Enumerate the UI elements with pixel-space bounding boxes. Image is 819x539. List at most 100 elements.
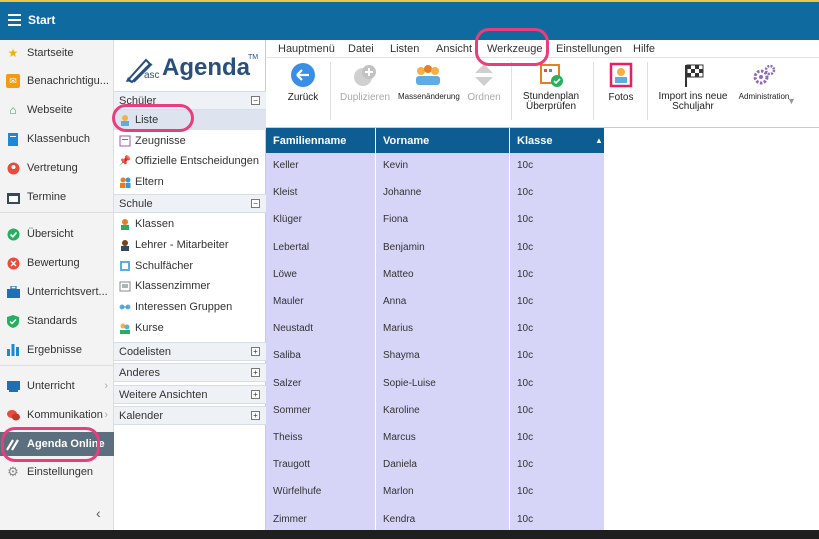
nav-item-termine[interactable]: Termine — [0, 186, 114, 208]
nav-label: Unterrichtsvert... — [27, 286, 108, 298]
menu-ansicht[interactable]: Ansicht — [436, 43, 472, 55]
table-row[interactable]: Neustadt Marius 10c — [266, 316, 604, 343]
klasse-cell: 10c — [517, 350, 534, 362]
familienname-cell: Traugott — [273, 459, 310, 471]
zurueck-button[interactable]: Zurück — [286, 62, 320, 103]
nav-item-uebersicht[interactable]: Übersicht — [0, 223, 114, 245]
klasse-cell: 10c — [517, 404, 534, 416]
expand-section-icon[interactable]: + — [251, 390, 260, 399]
nav-label: Bewertung — [27, 257, 80, 269]
button-label: Überprüfen — [525, 101, 577, 112]
klasse-cell: 10c — [517, 432, 534, 443]
item-label: Interessen Gruppen — [135, 301, 233, 313]
duplicate-icon — [352, 62, 378, 88]
klasse-cell: 10c — [517, 160, 534, 171]
table-row[interactable]: Saliba Shayma 10c — [266, 343, 604, 370]
menu-hilfe[interactable]: Hilfe — [633, 43, 655, 55]
stundenplan-ueberpruefen-button[interactable]: Stundenplan Überprüfen — [519, 62, 583, 112]
column-header-vorname[interactable]: Vorname — [383, 135, 429, 147]
collapse-section-icon[interactable]: − — [251, 199, 260, 208]
table-row[interactable]: Lebertal Benjamin 10c — [266, 235, 604, 262]
table-row[interactable]: Löwe Matteo 10c — [266, 262, 604, 289]
nav-item-unterrichtsverteilung[interactable]: Unterrichtsvert... — [0, 281, 114, 303]
menu-listen[interactable]: Listen — [390, 43, 419, 55]
menu-bar: Hauptmenü Datei Listen Ansicht Werkzeuge… — [266, 40, 819, 58]
sidepanel-item-zeugnisse[interactable]: Zeugnisse — [114, 131, 266, 151]
menu-werkzeuge[interactable]: Werkzeuge — [487, 43, 542, 55]
familienname-cell: Theiss — [273, 432, 303, 443]
fotos-button[interactable]: Fotos — [604, 62, 638, 103]
class-icon — [119, 218, 131, 230]
hamburger-menu-icon[interactable] — [8, 14, 21, 26]
administration-button[interactable]: Administration — [734, 62, 794, 101]
massenaenderung-button[interactable]: Massenänderung — [398, 62, 460, 101]
nav-item-einstellungen[interactable]: ⚙ Einstellungen — [0, 461, 114, 483]
vorname-cell: Matteo — [383, 268, 414, 280]
section-anderes-header[interactable]: Anderes + — [114, 363, 266, 382]
section-kalender-header[interactable]: Kalender + — [114, 406, 266, 425]
more-dropdown-icon[interactable]: ▼ — [787, 96, 796, 106]
table-row[interactable]: Mauler Anna 10c — [266, 289, 604, 316]
nav-item-agenda-online[interactable]: Agenda Online — [0, 432, 114, 456]
section-schueler-header[interactable]: Schüler − — [114, 91, 266, 110]
sidepanel-item-interessen-gruppen[interactable]: Interessen Gruppen — [114, 297, 266, 317]
sidepanel-item-offizielle-entscheidungen[interactable]: 📌 Offizielle Entscheidungen — [114, 151, 266, 171]
item-label: Eltern — [135, 176, 164, 188]
table-row[interactable]: Kleist Johanne 10c — [266, 180, 604, 207]
sidepanel-item-klassenzimmer[interactable]: Klassenzimmer — [114, 276, 266, 296]
toolbar-divider — [593, 62, 594, 120]
section-codelisten-header[interactable]: Codelisten + — [114, 342, 266, 361]
table-row[interactable]: Traugott Daniela 10c — [266, 452, 604, 479]
collapse-sidebar-icon[interactable]: ‹ — [96, 505, 101, 521]
import-neues-schuljahr-button[interactable]: Import ins neue Schuljahr — [656, 62, 730, 112]
nav-item-standards[interactable]: Standards — [0, 310, 114, 332]
expand-section-icon[interactable]: + — [251, 368, 260, 377]
column-header-familienname[interactable]: Familienname — [273, 135, 346, 147]
nav-item-vertretung[interactable]: Vertretung — [0, 157, 114, 179]
section-schule-header[interactable]: Schule − — [114, 194, 266, 213]
subject-icon — [119, 260, 131, 272]
klasse-cell: 10c — [517, 486, 534, 498]
sort-ascending-icon[interactable]: ▲ — [595, 136, 603, 145]
button-label: Zurück — [287, 92, 319, 103]
button-label: Massenänderung — [398, 92, 460, 101]
table-row[interactable]: Theiss Marcus 10c — [266, 425, 604, 452]
bar-chart-icon — [6, 343, 20, 357]
nav-item-ergebnisse[interactable]: Ergebnisse — [0, 339, 114, 361]
expand-section-icon[interactable]: + — [251, 347, 260, 356]
vorname-cell: Kendra — [383, 513, 416, 525]
nav-item-benachrichtigungen[interactable]: ✉ Benachrichtigu... — [0, 70, 114, 92]
table-row[interactable]: Salzer Sopie-Luise 10c — [266, 371, 604, 398]
section-weitere-ansichten-header[interactable]: Weitere Ansichten + — [114, 385, 266, 404]
nav-item-bewertung[interactable]: Bewertung — [0, 252, 114, 274]
table-row[interactable]: Sommer Karoline 10c — [266, 398, 604, 425]
menu-hauptmenue[interactable]: Hauptmenü — [278, 43, 335, 55]
sidepanel-item-eltern[interactable]: Eltern — [114, 172, 266, 192]
nav-item-webseite[interactable]: ⌂ Webseite — [0, 99, 114, 121]
nav-item-unterricht[interactable]: Unterricht › — [0, 375, 114, 397]
ordnen-button[interactable]: Ordnen — [465, 62, 503, 103]
sidepanel-item-schulfaecher[interactable]: Schulfächer — [114, 256, 266, 276]
section-label: Codelisten — [119, 345, 171, 358]
toolbar-divider — [330, 62, 331, 120]
sidepanel-item-liste[interactable]: Liste — [114, 110, 266, 130]
sidepanel-item-lehrer[interactable]: Lehrer - Mitarbeiter — [114, 235, 266, 255]
table-row[interactable]: Würfelhufe Marlon 10c — [266, 479, 604, 506]
calendar-icon — [6, 190, 20, 204]
grade-icon — [6, 256, 20, 270]
vorname-cell: Marlon — [383, 486, 414, 498]
table-row[interactable]: Klüger Fiona 10c — [266, 207, 604, 234]
nav-item-klassenbuch[interactable]: Klassenbuch — [0, 128, 114, 150]
nav-item-kommunikation[interactable]: Kommunikation › — [0, 404, 114, 426]
duplizieren-button[interactable]: Duplizieren — [338, 62, 392, 103]
sidepanel-item-kurse[interactable]: Kurse — [114, 318, 266, 338]
sidepanel-item-klassen[interactable]: Klassen — [114, 214, 266, 234]
table-row[interactable]: Keller Kevin 10c — [266, 153, 604, 180]
menu-einstellungen[interactable]: Einstellungen — [556, 43, 622, 55]
menu-datei[interactable]: Datei — [348, 43, 374, 55]
column-header-klasse[interactable]: Klasse — [517, 135, 552, 147]
expand-section-icon[interactable]: + — [251, 411, 260, 420]
collapse-section-icon[interactable]: − — [251, 96, 260, 105]
nav-item-startseite[interactable]: ★ Startseite — [0, 42, 114, 64]
sort-arrows-icon — [471, 62, 497, 88]
